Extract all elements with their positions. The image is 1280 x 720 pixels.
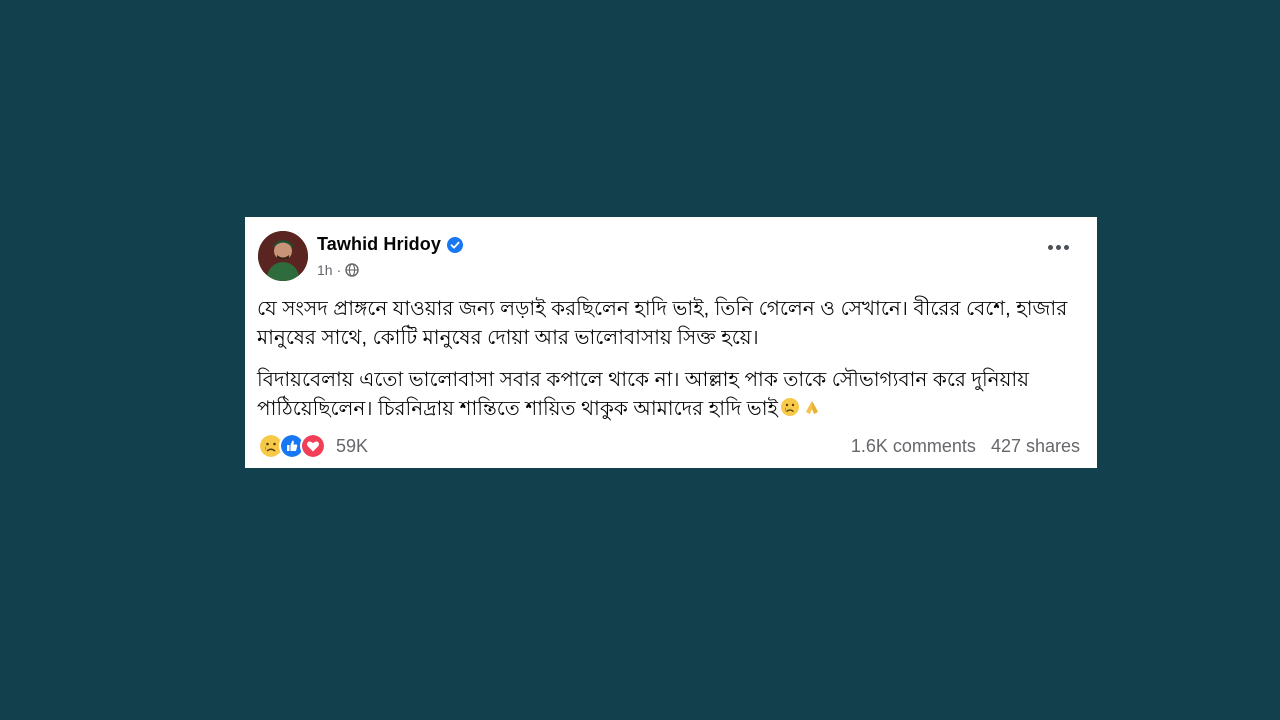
- post-paragraph: যে সংসদ প্রাঙ্গনে যাওয়ার জন্য লড়াই করছ…: [257, 298, 1068, 349]
- facebook-post-card: Tawhid Hridoy 1h · যে সংসদ প্রাঙ্গনে যাও…: [245, 217, 1097, 468]
- praying-hands-emoji-icon: [805, 401, 818, 414]
- reactions-summary[interactable]: 59K: [258, 433, 368, 459]
- more-dot-icon: [1056, 245, 1061, 250]
- more-dot-icon: [1064, 245, 1069, 250]
- reaction-count: 59K: [336, 435, 369, 456]
- post-footer: 59K 1.6K comments 427 shares: [258, 433, 1080, 459]
- globe-icon[interactable]: [345, 263, 359, 277]
- avatar-image: [258, 231, 308, 281]
- author-avatar[interactable]: [258, 231, 308, 281]
- engagement-counts: 1.6K comments 427 shares: [851, 436, 1080, 457]
- post-meta: 1h ·: [317, 262, 359, 278]
- reaction-icons: [258, 433, 326, 459]
- post-body: যে সংসদ প্রাঙ্গনে যাওয়ার জন্য লড়াই করছ…: [257, 295, 1087, 437]
- shares-count-link[interactable]: 427 shares: [991, 436, 1080, 457]
- sad-tear-emoji-icon: [780, 398, 799, 416]
- post-paragraph-last: বিদায়বেলায় এতো ভালোবাসা সবার কপালে থাক…: [257, 366, 1087, 424]
- author-name[interactable]: Tawhid Hridoy: [317, 234, 441, 255]
- more-dot-icon: [1048, 245, 1053, 250]
- meta-separator: ·: [336, 262, 342, 278]
- post-timestamp[interactable]: 1h: [317, 262, 333, 278]
- author-header: Tawhid Hridoy: [317, 234, 463, 255]
- comments-count-link[interactable]: 1.6K comments: [851, 436, 976, 457]
- verified-badge-icon: [446, 236, 463, 253]
- post-paragraph-text: বিদায়বেলায় এতো ভালোবাসা সবার কপালে থাক…: [257, 369, 1029, 420]
- more-options-button[interactable]: [1048, 245, 1069, 250]
- love-reaction-icon: [300, 433, 326, 459]
